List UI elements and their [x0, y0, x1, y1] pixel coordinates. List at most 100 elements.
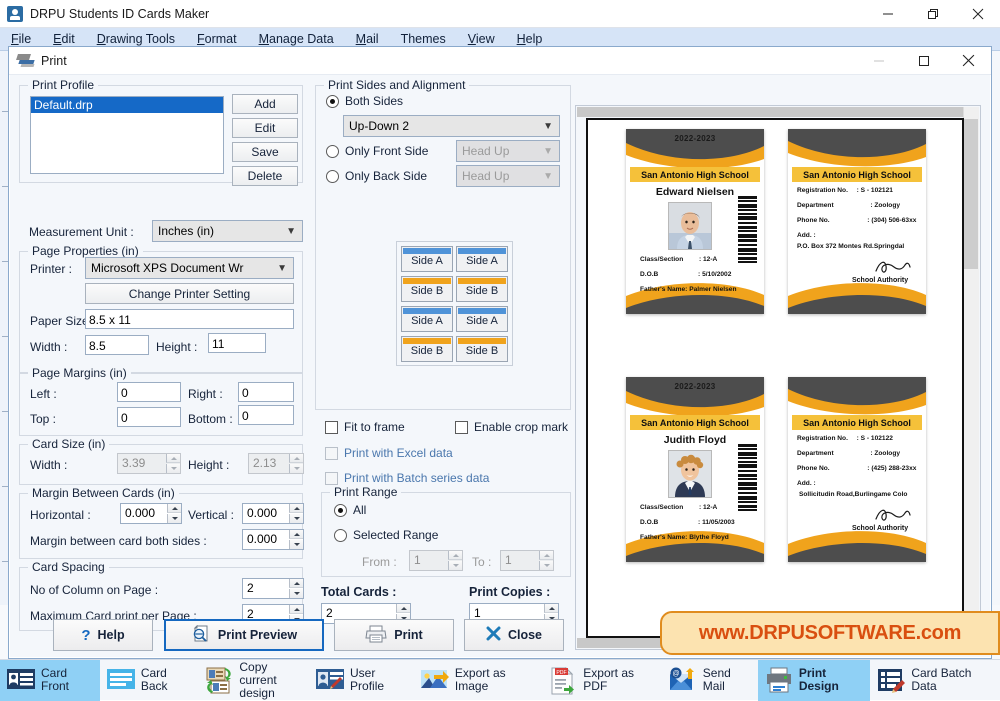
- paper-size-value: 8.5 x 11: [85, 309, 294, 329]
- toolbar-card-front[interactable]: Card Front: [0, 659, 100, 701]
- measurement-unit-select[interactable]: Inches (in) ▼: [152, 220, 303, 242]
- margin-left-input[interactable]: 0: [117, 382, 181, 402]
- both-sides-radio[interactable]: [326, 94, 339, 108]
- window-controls: [865, 0, 1000, 28]
- side-cell-b4[interactable]: Side B: [456, 336, 508, 362]
- save-profile-button[interactable]: Save: [232, 142, 298, 162]
- toolbar-user-profile[interactable]: User Profile: [309, 660, 414, 701]
- print-preview-label: Print Preview: [217, 628, 298, 642]
- card-field-2: Phone No. : (304) 506-63xx: [797, 217, 917, 224]
- side-cell-label: Side A: [411, 315, 443, 327]
- toolbar-print-design[interactable]: Print Design: [757, 659, 871, 701]
- toolbar-card-back[interactable]: Card Back: [100, 660, 199, 701]
- both-sides-select[interactable]: Up-Down 2 ▼: [343, 115, 560, 137]
- side-cell-a4[interactable]: Side A: [456, 306, 508, 332]
- restore-icon[interactable]: [910, 0, 955, 28]
- printer-icon: [16, 53, 35, 68]
- close-button[interactable]: Close: [464, 619, 564, 651]
- only-front-radio-row[interactable]: Only Front Side: [326, 144, 428, 158]
- both-sides-radio-row[interactable]: Both Sides: [326, 94, 403, 108]
- margin-top-label: Top :: [30, 412, 57, 426]
- margin-between-cards-legend: Margin Between Cards (in): [28, 486, 179, 500]
- print-profile-list[interactable]: Default.drp: [30, 96, 224, 174]
- card-school-band: San Antonio High School: [792, 167, 922, 182]
- side-cell-a2[interactable]: Side A: [456, 246, 508, 272]
- side-cell-b1[interactable]: Side B: [401, 276, 453, 302]
- preview-scrollbar-thumb[interactable]: [964, 119, 978, 269]
- only-front-select: Head Up ▼: [456, 140, 560, 162]
- card-width-stepper: 3.39: [117, 453, 181, 474]
- change-printer-setting-button[interactable]: Change Printer Setting: [85, 283, 294, 304]
- dialog-close-icon[interactable]: [946, 47, 991, 75]
- toolbar-export-pdf[interactable]: PDF Export as PDF: [542, 660, 661, 701]
- print-button[interactable]: Print: [334, 619, 454, 651]
- card-year: 2022-2023: [674, 382, 716, 391]
- id-card-front-2: 2022-2023 San Antonio High School Judith…: [626, 377, 764, 562]
- card-back-icon: [106, 667, 136, 693]
- both-sides-margin-stepper[interactable]: 0.000: [242, 529, 304, 550]
- print-range-group: Print Range All Selected Range From : 1 …: [321, 485, 571, 577]
- card-field-1: Department : Zoology: [797, 450, 901, 457]
- toolbar-card-front-label: Card Front: [41, 666, 70, 693]
- dialog-maximize-icon[interactable]: [901, 47, 946, 75]
- printer-select[interactable]: Microsoft XPS Document Wr ▼: [85, 257, 294, 279]
- range-selected-row[interactable]: Selected Range: [334, 528, 438, 542]
- card-height-label: Height :: [188, 458, 230, 472]
- window-titlebar: DRPU Students ID Cards Maker: [0, 0, 1000, 28]
- print-batch-checkbox: [325, 471, 338, 485]
- toolbar-send-mail[interactable]: @ Send Mail: [662, 660, 758, 701]
- child-student-photo: [668, 450, 712, 498]
- delete-profile-button[interactable]: Delete: [232, 166, 298, 186]
- margin-right-input[interactable]: 0: [238, 382, 294, 402]
- range-all-label: All: [353, 503, 367, 517]
- fit-to-frame-row[interactable]: Fit to frame: [325, 420, 405, 434]
- print-profile-group: Print Profile Default.drp Add Edit Save …: [19, 78, 303, 186]
- card-decoration-top: [788, 129, 926, 167]
- page-height-input[interactable]: 11: [208, 333, 266, 353]
- export-pdf-icon: PDF: [548, 667, 578, 695]
- print-profile-selected-item[interactable]: Default.drp: [31, 97, 223, 113]
- range-all-row[interactable]: All: [334, 503, 366, 517]
- enable-crop-mark-row[interactable]: Enable crop mark: [455, 420, 568, 434]
- range-all-radio[interactable]: [334, 503, 347, 517]
- only-back-radio[interactable]: [326, 169, 339, 183]
- toolbar-user-profile-label: User Profile: [350, 666, 385, 693]
- print-batch-row: Print with Batch series data: [325, 471, 489, 485]
- only-front-radio[interactable]: [326, 144, 339, 158]
- side-cell-label: Side B: [410, 345, 444, 357]
- toolbar-export-image[interactable]: Export as Image: [414, 660, 542, 701]
- page-width-input[interactable]: 8.5: [85, 335, 149, 355]
- range-selected-label: Selected Range: [353, 528, 439, 542]
- side-cell-a3[interactable]: Side A: [401, 306, 453, 332]
- range-selected-radio[interactable]: [334, 528, 347, 542]
- help-button[interactable]: ? Help: [53, 619, 153, 651]
- edit-profile-button[interactable]: Edit: [232, 118, 298, 138]
- print-sides-group: Print Sides and Alignment Both Sides Up-…: [315, 78, 571, 410]
- print-preview-button[interactable]: Print Preview: [164, 619, 324, 651]
- side-cell-b3[interactable]: Side B: [401, 336, 453, 362]
- enable-crop-mark-checkbox[interactable]: [455, 420, 468, 434]
- margin-bottom-input[interactable]: 0: [238, 405, 294, 425]
- card-width-value: 3.39: [122, 456, 146, 470]
- toolbar-card-batch-data[interactable]: Card Batch Data: [870, 660, 1000, 701]
- add-profile-button[interactable]: Add: [232, 94, 298, 114]
- enable-crop-mark-label: Enable crop mark: [474, 420, 569, 434]
- vertical-margin-stepper[interactable]: 0.000: [242, 503, 304, 524]
- printer-label: Printer :: [30, 262, 73, 276]
- columns-stepper[interactable]: 2: [242, 578, 304, 599]
- preview-magnifier-icon: [191, 624, 211, 646]
- side-cell-a1[interactable]: Side A: [401, 246, 453, 272]
- minimize-icon[interactable]: [865, 0, 910, 28]
- card-front-icon: [6, 667, 36, 693]
- margin-top-input[interactable]: 0: [117, 407, 181, 427]
- page-properties-group: Page Properties (in) Printer : Microsoft…: [19, 244, 303, 373]
- fit-to-frame-checkbox[interactable]: [325, 420, 338, 434]
- only-back-radio-row[interactable]: Only Back Side: [326, 169, 427, 183]
- side-cell-b2[interactable]: Side B: [456, 276, 508, 302]
- print-profile-legend: Print Profile: [28, 78, 99, 92]
- toolbar-copy-design[interactable]: Copy current design: [198, 660, 309, 701]
- close-icon[interactable]: [955, 0, 1000, 28]
- toolbar-export-image-label: Export as Image: [454, 666, 506, 693]
- horizontal-margin-stepper[interactable]: 0.000: [120, 503, 182, 524]
- chevron-down-icon: ▼: [543, 120, 553, 132]
